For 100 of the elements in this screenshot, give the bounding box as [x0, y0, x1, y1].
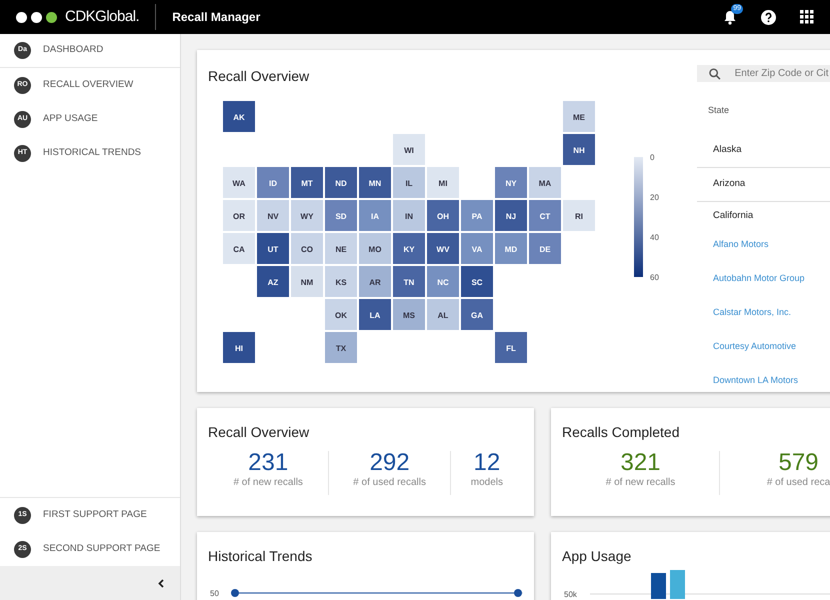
state-tile[interactable]: [529, 200, 561, 231]
state-tile[interactable]: [495, 233, 527, 264]
state-tile[interactable]: [325, 233, 357, 264]
state-label: MT: [301, 179, 313, 188]
state-tile[interactable]: [223, 233, 255, 264]
state-tile[interactable]: [325, 167, 357, 198]
state-tile[interactable]: [427, 200, 459, 231]
state-tile[interactable]: [223, 101, 255, 132]
state-tile[interactable]: [359, 200, 391, 231]
state-label: OK: [335, 311, 347, 320]
scale-tick-label: 20: [650, 193, 659, 202]
state-tile[interactable]: [529, 167, 561, 198]
dealer-link[interactable]: Calstar Motors, Inc.: [713, 306, 792, 320]
dealer-link[interactable]: Downtown LA Motors: [713, 374, 798, 388]
state-label: CO: [301, 245, 313, 254]
state-label: AZ: [268, 278, 278, 287]
bar: [651, 573, 666, 599]
state-tile[interactable]: [393, 233, 425, 264]
state-tile[interactable]: [325, 299, 357, 330]
state-tile[interactable]: [325, 332, 357, 363]
card-title: Recall Overview: [208, 423, 310, 442]
state-tile[interactable]: [291, 167, 323, 198]
state-label: IL: [405, 179, 413, 188]
state-tile[interactable]: [359, 167, 391, 198]
card-title: Recall Overview: [208, 67, 310, 86]
state-label: MO: [368, 245, 382, 254]
state-label: OH: [437, 212, 449, 221]
state-tile[interactable]: [291, 200, 323, 231]
state-label: KY: [403, 245, 415, 254]
dealer-link[interactable]: Alfano Motors: [713, 238, 769, 252]
dealer-link[interactable]: Autobahn Motor Group: [713, 272, 805, 286]
notifications-button[interactable]: [723, 10, 737, 24]
state-tile[interactable]: [461, 299, 493, 330]
card-title: Historical Trends: [208, 547, 314, 566]
state-label: RI: [575, 212, 583, 221]
state-label: SD: [335, 212, 347, 221]
state-tile[interactable]: [563, 200, 595, 231]
state-label: CT: [540, 212, 550, 221]
search-icon: [709, 68, 721, 80]
state-tile[interactable]: [461, 200, 493, 231]
state-tile[interactable]: [223, 167, 255, 198]
state-label: WY: [300, 212, 314, 221]
bar: [670, 570, 685, 599]
state-label: MS: [403, 311, 415, 320]
brand-logo: CDKGlobal.: [65, 6, 140, 27]
search-field[interactable]: Enter Zip Code or Cit: [697, 65, 830, 82]
state-tile[interactable]: [393, 200, 425, 231]
state-tile[interactable]: [427, 167, 459, 198]
state-tile[interactable]: [291, 266, 323, 297]
state-tile[interactable]: [393, 134, 425, 165]
state-tile[interactable]: [495, 332, 527, 363]
help-button[interactable]: [761, 10, 776, 24]
state-label: AR: [369, 278, 381, 287]
state-tile[interactable]: [359, 266, 391, 297]
state-tile[interactable]: [495, 167, 527, 198]
state-label: GA: [471, 311, 483, 320]
state-label: HI: [235, 344, 243, 353]
state-tile[interactable]: [461, 266, 493, 297]
state-tile[interactable]: [325, 200, 357, 231]
state-tile[interactable]: [495, 200, 527, 231]
state-label: PA: [472, 212, 482, 221]
state-tile[interactable]: [223, 200, 255, 231]
state-tile[interactable]: [359, 233, 391, 264]
state-tile[interactable]: [257, 233, 289, 264]
scale-tick-label: 40: [650, 233, 659, 242]
state-label: MA: [538, 179, 552, 188]
state-tile[interactable]: [393, 299, 425, 330]
state-tile[interactable]: [291, 233, 323, 264]
state-list-item[interactable]: Arizona: [697, 168, 830, 200]
stat-value: 292: [368, 451, 411, 475]
stat-label: # of new recalls: [604, 476, 676, 490]
state-tile[interactable]: [427, 233, 459, 264]
state-tile[interactable]: [359, 299, 391, 330]
card-title: Recalls Completed: [562, 423, 680, 442]
state-label: AK: [233, 113, 245, 122]
state-tile[interactable]: [257, 200, 289, 231]
state-label: NJ: [506, 212, 516, 221]
state-tile[interactable]: [257, 266, 289, 297]
state-tile[interactable]: [257, 167, 289, 198]
state-list-item[interactable]: California: [697, 203, 830, 228]
apps-button[interactable]: [800, 10, 814, 24]
state-tile[interactable]: [393, 167, 425, 198]
state-tile[interactable]: [325, 266, 357, 297]
dealer-link[interactable]: Courtesy Automotive: [713, 340, 796, 354]
state-label: NV: [267, 212, 279, 221]
state-label: OR: [233, 212, 245, 221]
state-list-item[interactable]: Alaska: [697, 134, 830, 166]
bell-icon: [723, 10, 737, 24]
state-tile[interactable]: [427, 266, 459, 297]
state-tile[interactable]: [461, 233, 493, 264]
state-tile[interactable]: [427, 299, 459, 330]
state-tile[interactable]: [223, 332, 255, 363]
state-tile[interactable]: [563, 101, 595, 132]
state-tile[interactable]: [529, 233, 561, 264]
stat-value: 321: [619, 451, 662, 475]
stat-value: 12: [472, 451, 502, 475]
logo-icon: [16, 12, 57, 22]
state-tile[interactable]: [563, 134, 595, 165]
state-tile[interactable]: [393, 266, 425, 297]
help-icon: [761, 10, 776, 24]
